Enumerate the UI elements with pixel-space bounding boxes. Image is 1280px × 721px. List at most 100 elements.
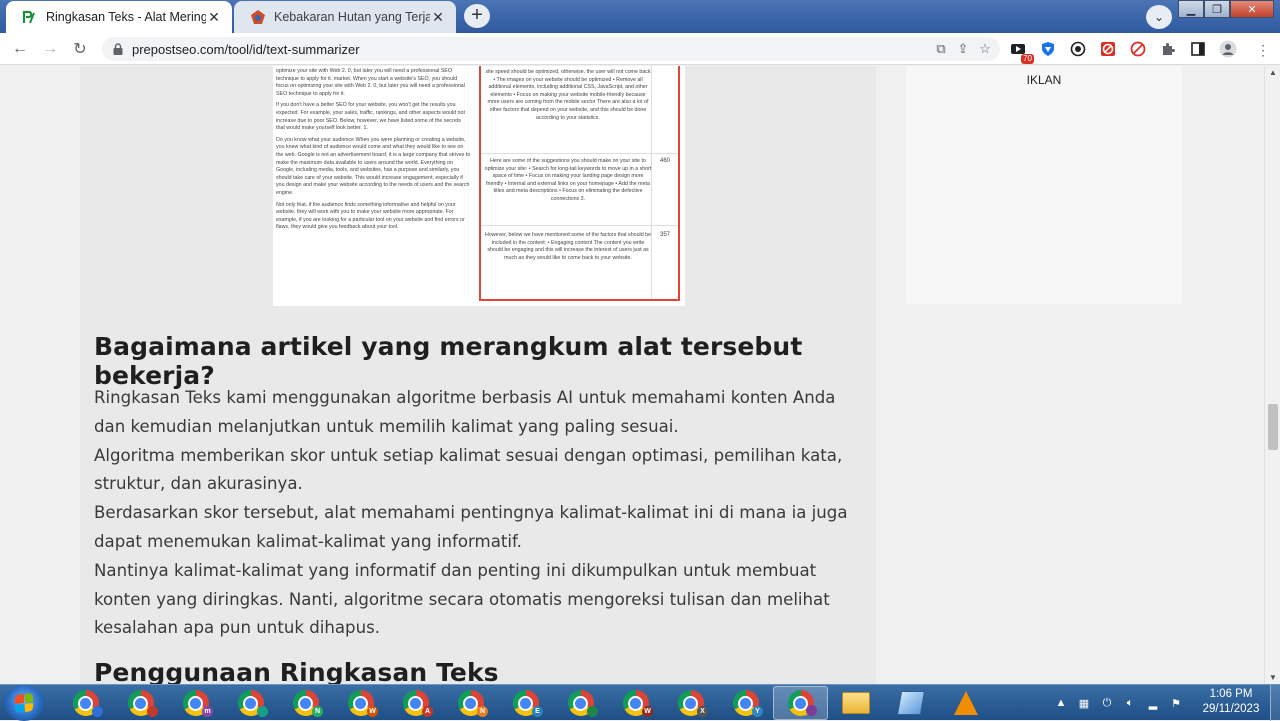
taskbar-chrome-window[interactable]: W bbox=[608, 686, 663, 720]
profile-badge: X bbox=[697, 706, 708, 717]
translate-icon[interactable]: ⧉ bbox=[932, 40, 950, 58]
ad-label: IKLAN bbox=[1026, 73, 1062, 87]
profile-badge: N bbox=[477, 706, 488, 717]
profile-badge: W bbox=[367, 706, 378, 717]
section-heading-usage: Penggunaan Ringkasan Teks bbox=[94, 658, 499, 684]
taskbar-notebook[interactable] bbox=[883, 686, 938, 720]
back-arrow-icon[interactable]: ← bbox=[5, 34, 35, 64]
taskbar-chrome-window[interactable]: N bbox=[443, 686, 498, 720]
page-scrollbar[interactable]: ▲ ▼ bbox=[1264, 66, 1280, 684]
address-bar[interactable]: prepostseo.com/tool/id/text-summarizer ⧉… bbox=[102, 37, 1000, 61]
browser-toolbar: ← → ↻ prepostseo.com/tool/id/text-summar… bbox=[0, 33, 1280, 65]
summarizer-example-image: optimize your site with Web 2. 0, but la… bbox=[273, 66, 685, 306]
system-tray: ▲ ▦ ⏻ 🔈︎ ▂ ⚑ bbox=[1054, 685, 1183, 721]
tab-kebakaran-hutan[interactable]: Kebakaran Hutan yang Terjadi di ✕ bbox=[234, 1, 456, 33]
signal-bars-icon[interactable]: ▂ bbox=[1146, 696, 1160, 710]
taskbar-chrome-window[interactable]: W bbox=[333, 686, 388, 720]
start-button[interactable] bbox=[4, 685, 44, 721]
tab-search-chevron-icon[interactable]: ⌄ bbox=[1146, 5, 1172, 29]
taskbar-chrome-window[interactable]: m bbox=[168, 686, 223, 720]
body-paragraph: Ringkasan Teks kami menggunakan algoritm… bbox=[94, 388, 836, 436]
sidebar-ad-slot[interactable]: IKLAN bbox=[906, 66, 1182, 304]
share-icon[interactable]: ⇪ bbox=[954, 40, 972, 58]
taskbar-chrome-window[interactable]: A bbox=[388, 686, 443, 720]
profile-badge: N bbox=[312, 706, 323, 717]
summary-row-text: However, below we have mentioned some of… bbox=[484, 232, 652, 261]
profile-badge: A bbox=[422, 706, 433, 717]
example-paragraph: If you don't have a better SEO for your … bbox=[276, 102, 465, 132]
body-paragraph: Algoritma memberikan skor untuk setiap k… bbox=[94, 445, 843, 494]
summary-row-text: Here are some of the suggestions you sho… bbox=[484, 158, 652, 202]
section-body: Ringkasan Teks kami menggunakan algoritm… bbox=[94, 384, 866, 643]
tab-strip: Ringkasan Teks - Alat Meringkas ✕ Kebaka… bbox=[0, 0, 1280, 33]
summary-row-text: site speed should be optimized, otherwis… bbox=[485, 69, 651, 121]
taskbar-chrome-window[interactable]: N bbox=[278, 686, 333, 720]
no-entry-extension-icon[interactable] bbox=[1128, 39, 1148, 59]
shield-extension-icon[interactable] bbox=[1038, 39, 1058, 59]
summary-row-score: 357 bbox=[659, 232, 670, 238]
profile-avatar-icon[interactable] bbox=[1218, 39, 1238, 59]
taskbar-vlc[interactable] bbox=[938, 686, 993, 720]
power-plug-icon[interactable]: ⏻ bbox=[1100, 696, 1114, 710]
extensions-puzzle-icon[interactable] bbox=[1158, 39, 1178, 59]
taskbar-chrome-window[interactable]: Y bbox=[718, 686, 773, 720]
profile-badge bbox=[257, 706, 268, 717]
profile-badge bbox=[587, 706, 598, 717]
prepostseo-favicon-icon bbox=[22, 10, 35, 24]
taskbar-chrome-window[interactable] bbox=[58, 686, 113, 720]
blocker-extension-icon[interactable] bbox=[1098, 39, 1118, 59]
taskbar-chrome-window[interactable] bbox=[773, 686, 828, 720]
new-tab-button[interactable]: + bbox=[464, 4, 490, 28]
clock-time: 1:06 PM bbox=[1209, 688, 1253, 700]
tab-ringkasan-teks[interactable]: Ringkasan Teks - Alat Meringkas ✕ bbox=[6, 1, 232, 33]
network-drive-icon[interactable]: ▦ bbox=[1077, 696, 1091, 710]
profile-badge bbox=[147, 706, 158, 717]
file-explorer-icon bbox=[841, 692, 870, 714]
taskbar-explorer[interactable] bbox=[828, 686, 883, 720]
volume-icon[interactable]: 🔈︎ bbox=[1123, 696, 1137, 710]
example-paragraph: optimize your site with Web 2. 0, but la… bbox=[276, 68, 465, 97]
profile-badge: Y bbox=[752, 706, 763, 717]
video-downloader-extension-icon[interactable]: 70 bbox=[1008, 39, 1034, 64]
close-window-button[interactable]: ✕ bbox=[1230, 0, 1274, 18]
show-desktop-button[interactable] bbox=[1270, 685, 1280, 721]
show-hidden-icons-arrow-icon[interactable]: ▲ bbox=[1054, 696, 1068, 710]
vlc-player-icon bbox=[953, 691, 978, 715]
profile-badge: E bbox=[532, 706, 543, 717]
profile-badge bbox=[806, 705, 817, 716]
taskbar-chrome-window[interactable] bbox=[113, 686, 168, 720]
scrollbar-thumb[interactable] bbox=[1268, 404, 1278, 450]
minimize-button[interactable]: ▁ bbox=[1178, 0, 1204, 18]
reload-icon[interactable]: ↻ bbox=[65, 34, 95, 64]
clock-date: 29/11/2023 bbox=[1202, 703, 1260, 715]
windows-taskbar: m N W A N E W X Y ▲ ▦ ⏻ 🔈︎ ▂ ⚑ 1:06 PM 29/11/202… bbox=[0, 684, 1280, 721]
tab-title: Ringkasan Teks - Alat Meringkas bbox=[46, 10, 206, 24]
page-viewport: optimize your site with Web 2. 0, but la… bbox=[0, 66, 1264, 684]
taskbar-clock[interactable]: 1:06 PM 29/11/2023 bbox=[1196, 687, 1266, 717]
taskbar-chrome-window[interactable] bbox=[223, 686, 278, 720]
site-favicon-icon bbox=[251, 10, 265, 24]
forward-arrow-icon[interactable]: → bbox=[35, 34, 65, 64]
extensions-area: 70 bbox=[1008, 39, 1238, 64]
record-extension-icon[interactable] bbox=[1068, 39, 1088, 59]
summary-row: site speed should be optimized, otherwis… bbox=[481, 66, 678, 154]
body-paragraph: Nantinya kalimat-kalimat yang informatif… bbox=[94, 560, 830, 638]
tab-close-icon[interactable]: ✕ bbox=[206, 9, 222, 25]
bookmark-star-icon[interactable]: ☆ bbox=[976, 40, 994, 58]
scroll-down-arrow-icon[interactable]: ▼ bbox=[1269, 673, 1277, 682]
scroll-up-arrow-icon[interactable]: ▲ bbox=[1269, 68, 1277, 77]
example-paragraph: Not only that, if the audience finds som… bbox=[276, 201, 465, 231]
action-center-flag-icon[interactable]: ⚑ bbox=[1169, 696, 1183, 710]
taskbar-chrome-window[interactable]: E bbox=[498, 686, 553, 720]
side-panel-icon[interactable] bbox=[1188, 39, 1208, 59]
taskbar-chrome-window[interactable]: X bbox=[663, 686, 718, 720]
taskbar-chrome-window[interactable] bbox=[553, 686, 608, 720]
menu-kebab-icon[interactable]: ⋮ bbox=[1256, 42, 1270, 59]
maximize-button[interactable]: ❐ bbox=[1204, 0, 1230, 18]
tab-close-icon[interactable]: ✕ bbox=[430, 9, 446, 25]
profile-badge: W bbox=[642, 706, 653, 717]
example-paragraph: Do you know what your audience When you … bbox=[276, 136, 471, 196]
summary-row: However, below we have mentioned some of… bbox=[481, 226, 678, 298]
article-content: optimize your site with Web 2. 0, but la… bbox=[80, 66, 876, 684]
example-summary-table: site speed should be optimized, otherwis… bbox=[479, 66, 680, 301]
